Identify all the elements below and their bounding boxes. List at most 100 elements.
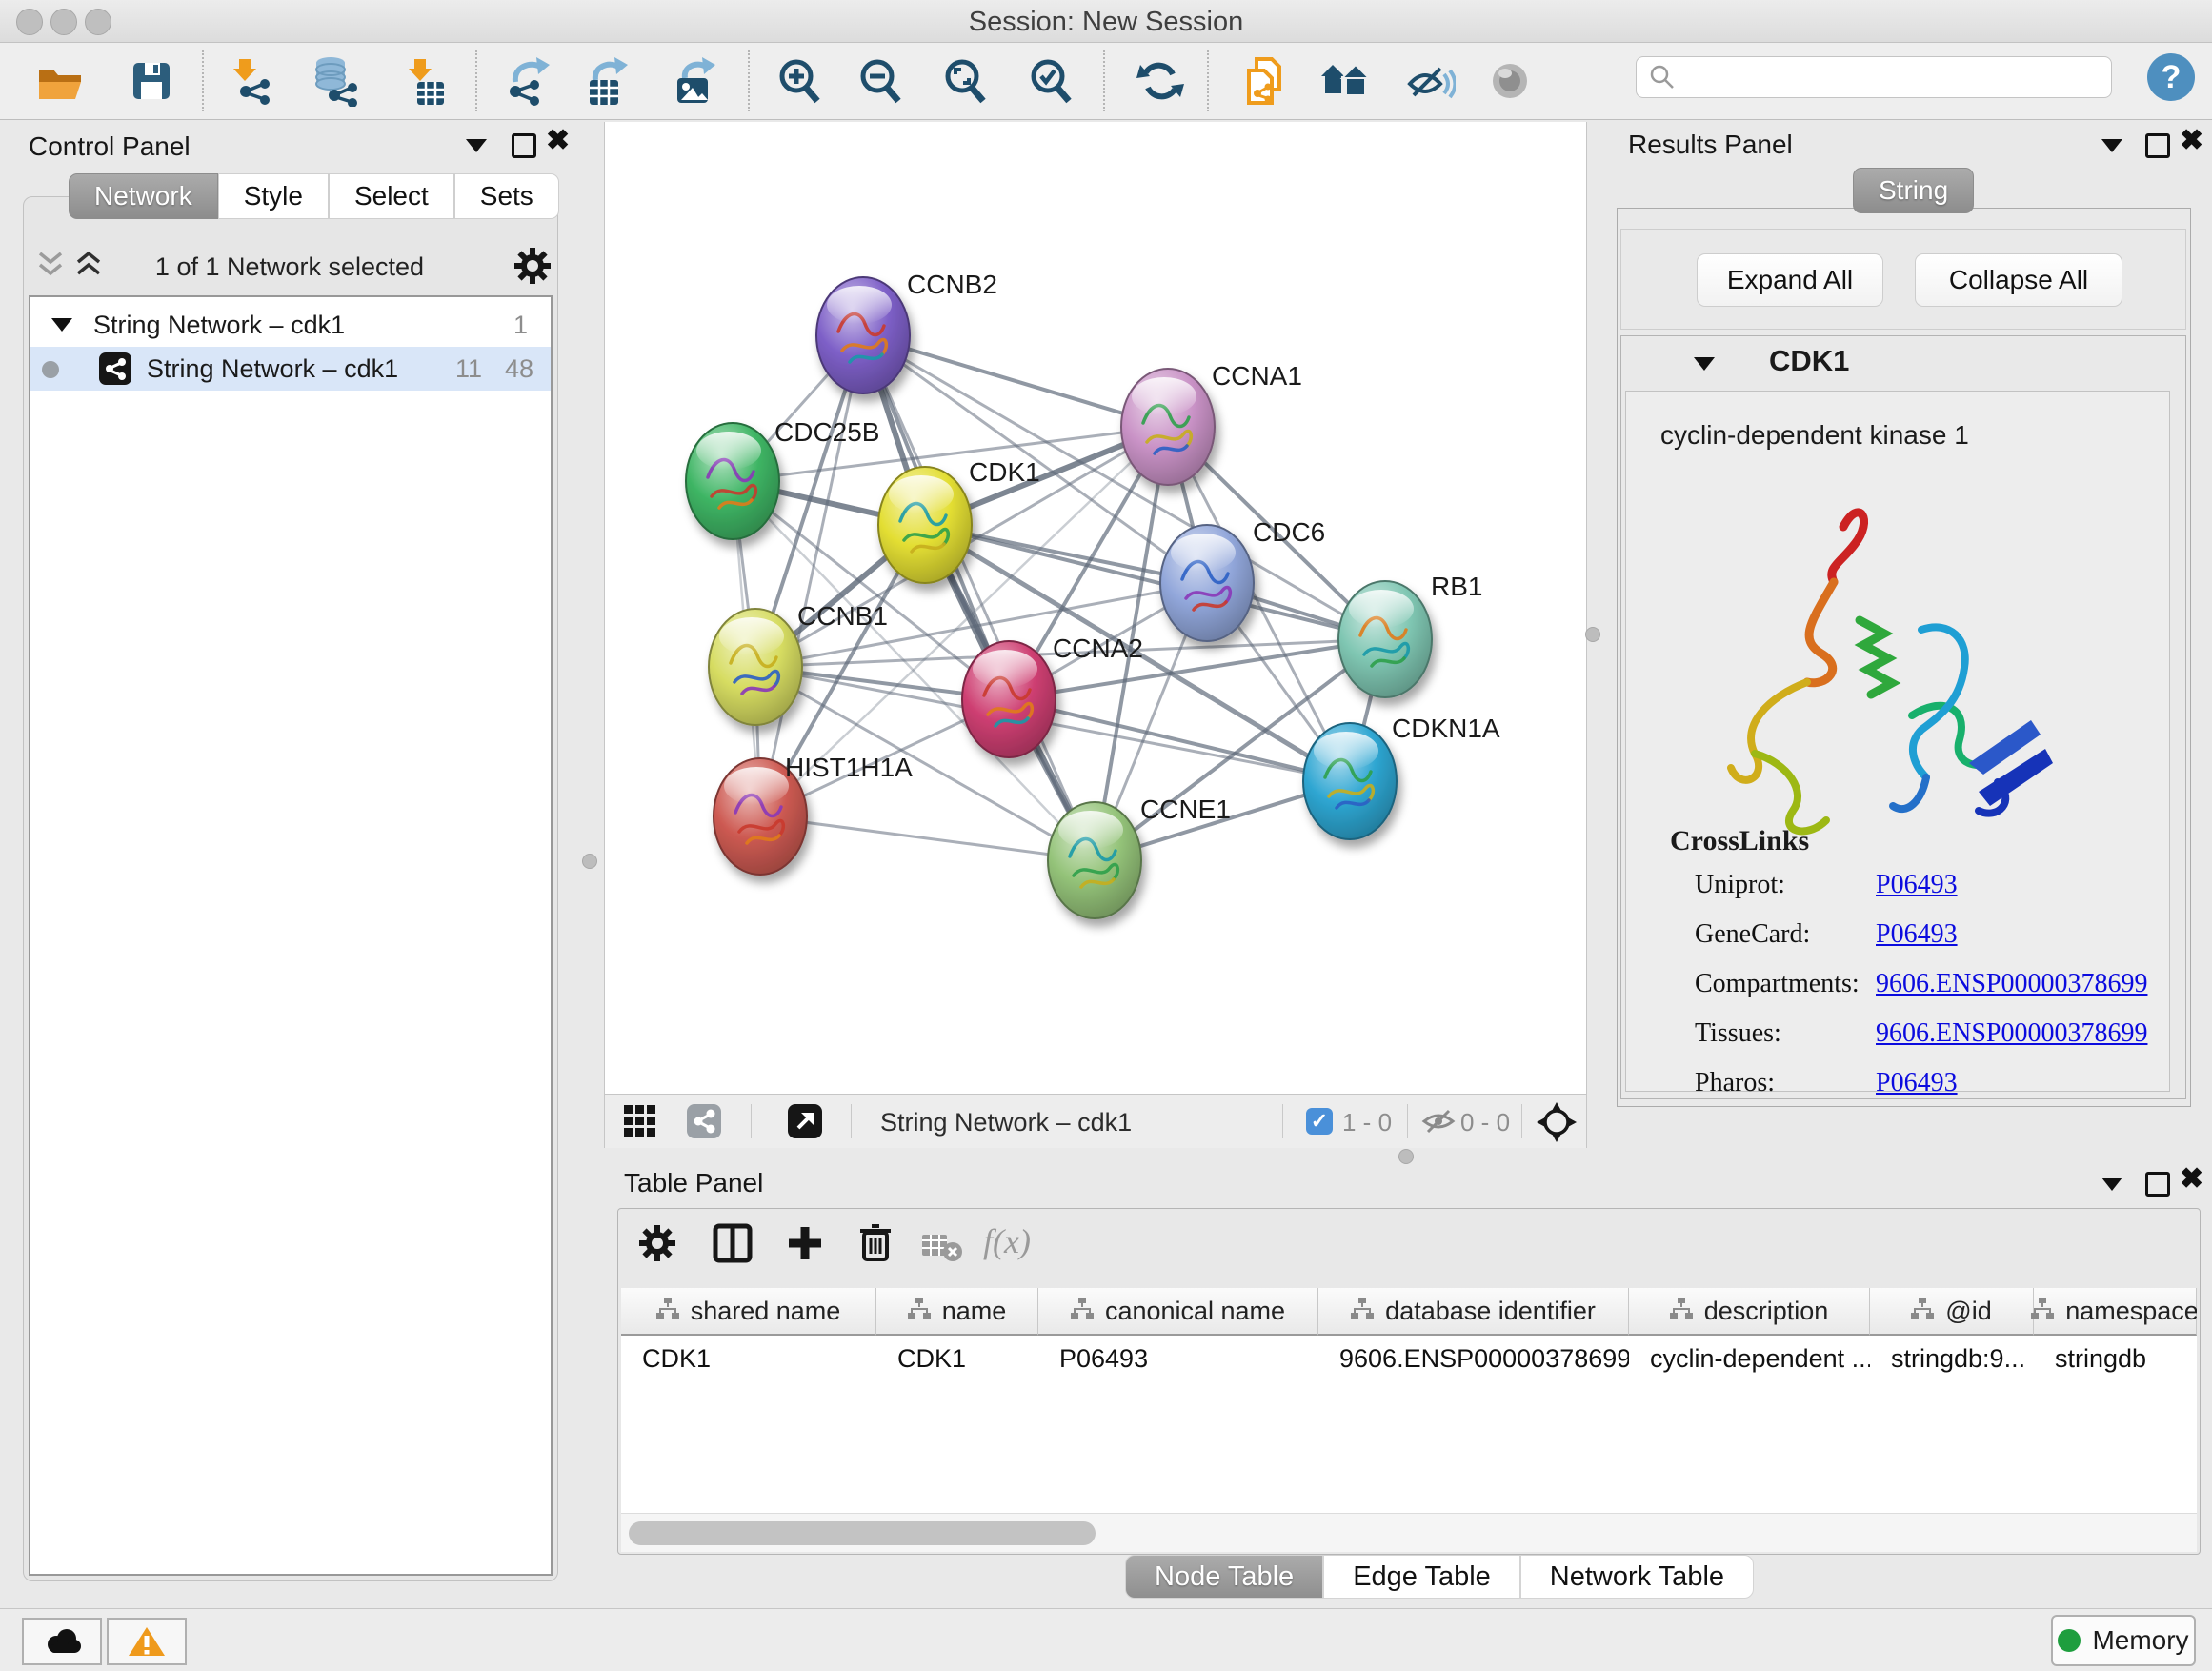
network-row[interactable]: String Network – cdk1 11 48 — [30, 347, 551, 391]
tab-network[interactable]: Network — [69, 173, 218, 219]
column-header[interactable]: @id — [1870, 1288, 2034, 1336]
attribute-type-icon — [1670, 1297, 1693, 1326]
tab-select[interactable]: Select — [329, 173, 454, 219]
export-image-icon[interactable] — [670, 55, 721, 107]
import-table-icon[interactable] — [400, 55, 452, 107]
network-canvas[interactable]: CCNB2CCNA1CDC25BCDK1CDC6RB1CCNB1CCNA2CDK… — [604, 122, 1587, 1094]
collapse-all-button[interactable]: Collapse All — [1915, 253, 2122, 307]
save-session-icon[interactable] — [126, 55, 177, 107]
zoom-out-icon[interactable] — [855, 55, 906, 107]
network-edge[interactable] — [760, 335, 863, 816]
refresh-layout-icon[interactable] — [1135, 55, 1186, 107]
expand-all-button[interactable]: Expand All — [1697, 253, 1883, 307]
export-table-icon[interactable] — [582, 55, 633, 107]
results-panel-close-icon[interactable]: ✖ — [2180, 131, 2203, 154]
network-node[interactable] — [1160, 525, 1254, 641]
node-table[interactable]: shared namenamecanonical namedatabase id… — [621, 1288, 2197, 1513]
tab-network-table[interactable]: Network Table — [1520, 1555, 1754, 1599]
eye-disabled-icon[interactable] — [1484, 55, 1536, 107]
network-edge[interactable] — [760, 816, 1095, 860]
column-header[interactable]: namespace — [2034, 1288, 2197, 1336]
table-cell[interactable]: cyclin-dependent ... — [1629, 1338, 1870, 1379]
table-panel-close-icon[interactable]: ✖ — [2180, 1170, 2203, 1193]
network-node[interactable] — [1121, 369, 1215, 485]
selected-checkbox-icon[interactable]: ✓ — [1306, 1108, 1333, 1135]
tab-sets[interactable]: Sets — [454, 173, 559, 219]
column-header[interactable]: canonical name — [1038, 1288, 1318, 1336]
control-panel-close-icon[interactable]: ✖ — [546, 131, 570, 154]
tab-node-table[interactable]: Node Table — [1125, 1555, 1323, 1599]
crosslink-link[interactable]: P06493 — [1876, 870, 1958, 900]
cloud-button[interactable] — [22, 1618, 102, 1665]
table-panel-float-icon[interactable] — [2145, 1172, 2170, 1201]
search-input[interactable] — [1677, 62, 2090, 93]
column-header[interactable]: shared name — [621, 1288, 876, 1336]
table-cell[interactable]: CDK1 — [876, 1338, 1038, 1379]
zoom-fit-icon[interactable] — [939, 55, 991, 107]
crosslink-link[interactable]: P06493 — [1876, 919, 1958, 950]
network-node[interactable] — [709, 609, 802, 725]
crosslink-link[interactable]: 9606.ENSP00000378699 — [1876, 1018, 2147, 1049]
detach-view-icon[interactable] — [788, 1104, 822, 1138]
table-cell[interactable]: 9606.ENSP00000378699 — [1318, 1338, 1629, 1379]
import-network-file-icon[interactable] — [225, 55, 276, 107]
table-horizontal-scrollbar[interactable] — [621, 1513, 2197, 1552]
eye-wave-icon[interactable] — [1404, 55, 1456, 107]
network-node[interactable] — [1338, 581, 1432, 697]
results-panel-float-icon[interactable] — [2145, 133, 2170, 163]
network-node[interactable] — [962, 641, 1056, 757]
open-session-icon[interactable] — [34, 55, 86, 107]
column-header[interactable]: database identifier — [1318, 1288, 1629, 1336]
delete-column-trash-icon[interactable] — [854, 1219, 897, 1268]
search-field[interactable] — [1636, 56, 2112, 98]
table-cell[interactable]: stringdb:9... — [1870, 1338, 2034, 1379]
help-icon[interactable]: ? — [2147, 53, 2195, 101]
tab-string[interactable]: String — [1853, 168, 1974, 213]
collection-expand-icon[interactable] — [51, 318, 72, 332]
show-columns-icon[interactable] — [711, 1221, 754, 1270]
delete-table-icon[interactable] — [920, 1229, 964, 1268]
import-network-database-icon[interactable] — [310, 55, 361, 107]
crosslink-link[interactable]: P06493 — [1876, 1068, 1958, 1098]
control-panel-menu-icon[interactable] — [466, 139, 487, 157]
column-header[interactable]: description — [1629, 1288, 1870, 1336]
network-node[interactable] — [1048, 802, 1141, 918]
table-options-gear-icon[interactable] — [636, 1222, 678, 1269]
control-panel-float-icon[interactable] — [512, 133, 536, 163]
grid-view-icon[interactable] — [624, 1105, 656, 1142]
table-cell[interactable]: stringdb — [2034, 1338, 2197, 1379]
tab-style[interactable]: Style — [218, 173, 329, 219]
results-panel-menu-icon[interactable] — [2101, 139, 2122, 157]
table-cell[interactable]: P06493 — [1038, 1338, 1318, 1379]
table-cell[interactable]: CDK1 — [621, 1338, 876, 1379]
add-column-icon[interactable] — [783, 1221, 827, 1270]
gene-expand-icon[interactable] — [1694, 357, 1715, 371]
zoom-in-icon[interactable] — [774, 55, 825, 107]
two-houses-icon[interactable] — [1319, 55, 1371, 107]
tab-edge-table[interactable]: Edge Table — [1323, 1555, 1520, 1599]
export-network-icon[interactable] — [502, 55, 553, 107]
node-label: CDKN1A — [1392, 714, 1500, 743]
warning-button[interactable] — [107, 1618, 187, 1665]
network-collection-row[interactable]: String Network – cdk1 1 — [30, 303, 551, 347]
network-options-gear-icon[interactable] — [513, 246, 553, 291]
network-node[interactable] — [686, 423, 779, 539]
network-node[interactable] — [1303, 723, 1397, 839]
bottom-splitter-handle[interactable] — [1398, 1149, 1414, 1164]
network-node[interactable] — [816, 277, 910, 393]
function-builder-icon[interactable]: f(x) — [983, 1221, 1031, 1261]
column-header[interactable]: name — [876, 1288, 1038, 1336]
memory-label: Memory — [2092, 1625, 2188, 1656]
table-panel-menu-icon[interactable] — [2101, 1178, 2122, 1196]
right-splitter-handle[interactable] — [1585, 627, 1600, 642]
hidden-eye-slash-icon[interactable] — [1420, 1106, 1457, 1141]
network-view-share-icon[interactable] — [687, 1104, 721, 1138]
birds-eye-crosshair-icon[interactable] — [1537, 1102, 1577, 1147]
crosslink-link[interactable]: 9606.ENSP00000378699 — [1876, 969, 2147, 999]
left-splitter-handle[interactable] — [582, 854, 597, 869]
zoom-selected-icon[interactable] — [1025, 55, 1076, 107]
scrollbar-thumb[interactable] — [629, 1521, 1096, 1545]
clone-network-icon[interactable] — [1239, 55, 1291, 107]
network-node[interactable] — [878, 467, 972, 583]
memory-button[interactable]: Memory — [2051, 1615, 2196, 1666]
